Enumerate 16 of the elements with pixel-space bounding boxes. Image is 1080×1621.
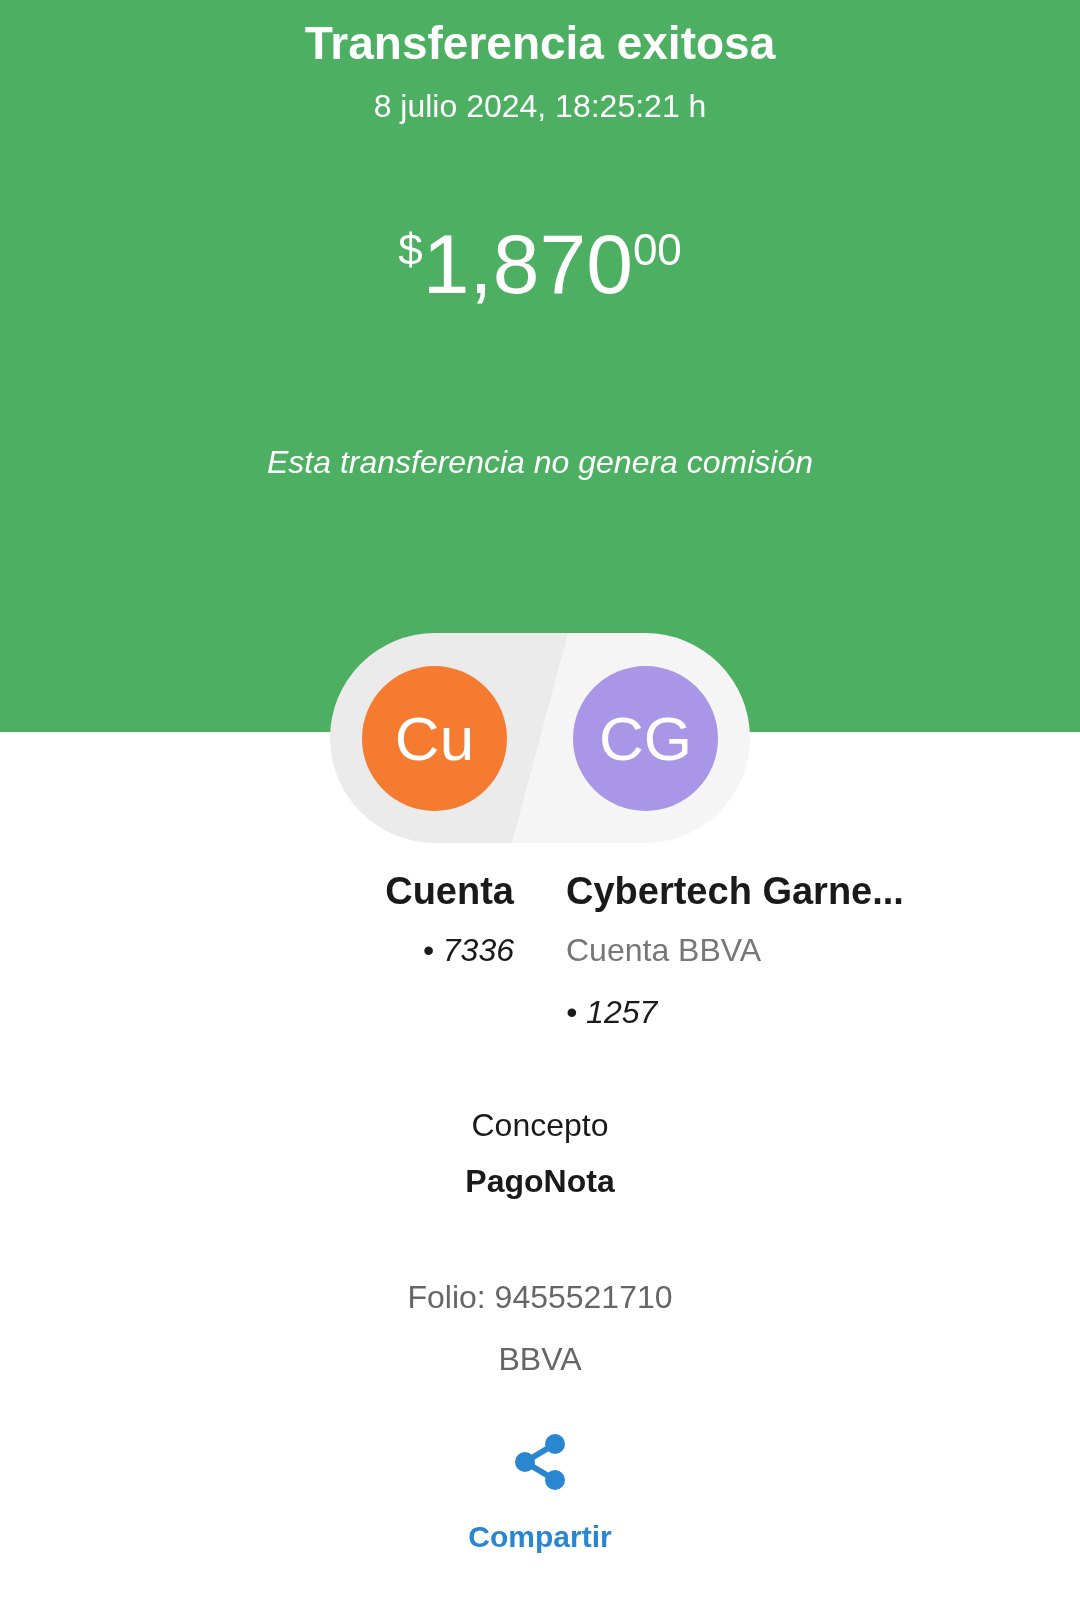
title: Transferencia exitosa <box>304 16 776 71</box>
bank-name: BBVA <box>498 1340 582 1379</box>
avatar: CG <box>573 665 718 811</box>
party-name: Cybertech Garne... <box>566 869 904 914</box>
account-number: • 7336 <box>422 931 514 970</box>
account-number: • 1257 <box>566 993 658 1032</box>
avatar: Cu <box>362 665 507 811</box>
folio: Folio: 9455521710 <box>407 1278 673 1317</box>
concept-label: Concepto <box>471 1106 609 1145</box>
party-name: Cuenta <box>385 869 514 914</box>
bank-account-type: Cuenta BBVA <box>566 931 762 970</box>
share-icon <box>513 1433 567 1491</box>
date-time: 8 julio 2024, 18:25:21 h <box>373 87 707 126</box>
commission-note: Esta transferencia no genera comisión <box>266 443 814 482</box>
concept-value: PagoNota <box>465 1162 615 1201</box>
share-button[interactable]: Compartir <box>468 1517 612 1557</box>
